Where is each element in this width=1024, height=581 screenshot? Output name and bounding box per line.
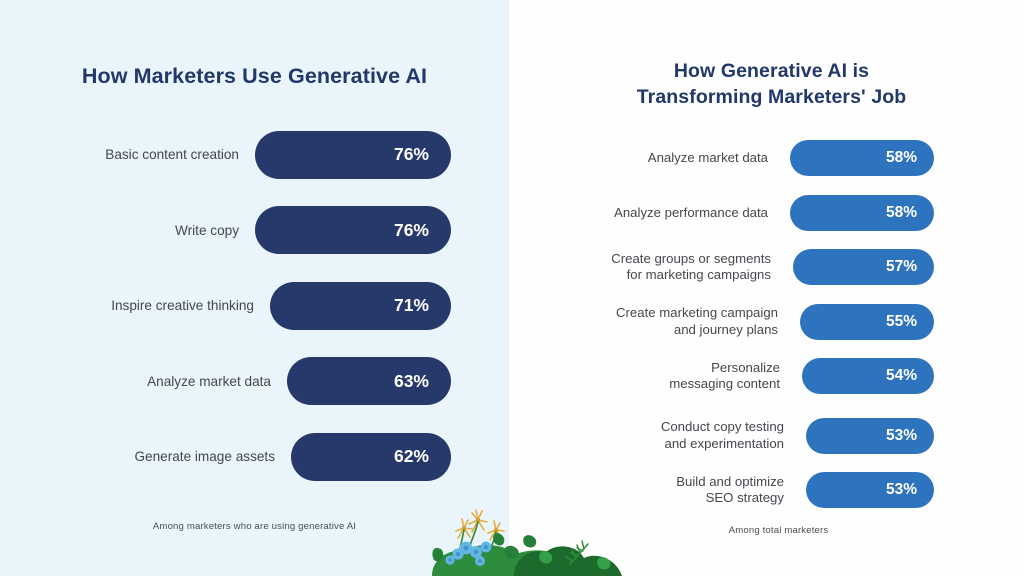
bar-fill: 54% bbox=[802, 358, 934, 395]
infographic-canvas: How Marketers Use Generative AI Basic co… bbox=[0, 0, 1024, 576]
bar-value-label: 62% bbox=[393, 446, 429, 467]
bar-row-label: Generate image assets bbox=[134, 449, 275, 465]
bar-row-label: Create marketing campaign and journey pl… bbox=[616, 305, 778, 337]
bar-row: Analyze market data 63% bbox=[52, 343, 451, 419]
bar-fill: 71% bbox=[270, 281, 451, 330]
bar-row: Create marketing campaign and journey pl… bbox=[561, 295, 934, 350]
bar-value-label: 53% bbox=[885, 426, 917, 444]
bar-row-label: Build and optimize SEO strategy bbox=[676, 473, 784, 506]
bar-row: Conduct copy testing and experimentation… bbox=[561, 409, 934, 464]
bar-value-label: 55% bbox=[885, 312, 917, 330]
bar-fill: 62% bbox=[291, 432, 451, 481]
bar-fill: 58% bbox=[790, 140, 934, 177]
bar-row: Build and optimize SEO strategy 53% bbox=[561, 463, 934, 518]
bar-row: Analyze performance data 58% bbox=[561, 186, 934, 241]
bar-row: Generate image assets 62% bbox=[52, 419, 451, 495]
bar-fill: 58% bbox=[790, 194, 934, 231]
left-chart-panel: How Marketers Use Generative AI Basic co… bbox=[0, 0, 509, 576]
left-chart-footnote: Among marketers who are using generative… bbox=[152, 521, 357, 532]
bar-value-label: 76% bbox=[393, 144, 429, 165]
right-chart-title-line-1: How Generative AI is bbox=[673, 60, 870, 83]
right-chart-footnote: Among total marketers bbox=[728, 525, 829, 536]
bar-track: 54% bbox=[802, 358, 934, 395]
bar-value-label: 76% bbox=[393, 219, 429, 240]
bar-track: 63% bbox=[287, 357, 451, 406]
bar-fill: 53% bbox=[806, 472, 934, 509]
bar-row-label: Personalize messaging content bbox=[669, 359, 780, 392]
bar-fill: 57% bbox=[793, 249, 934, 286]
bar-value-label: 58% bbox=[885, 203, 917, 221]
bar-row: Personalize messaging content 54% bbox=[561, 349, 934, 404]
bar-row-label: Write copy bbox=[175, 222, 239, 238]
bar-value-label: 53% bbox=[885, 481, 917, 499]
bar-row-label: Basic content creation bbox=[105, 147, 239, 163]
left-bar-list: Basic content creation 76% Write copy 76% In… bbox=[0, 117, 509, 495]
bar-fill: 76% bbox=[255, 130, 451, 179]
bar-row: Basic content creation 76% bbox=[52, 117, 451, 193]
bar-row-label: Inspire creative thinking bbox=[111, 298, 254, 314]
bar-row-label: Analyze market data bbox=[647, 150, 768, 166]
bar-row-label: Analyze performance data bbox=[614, 204, 768, 220]
bar-row: Inspire creative thinking 71% bbox=[52, 268, 451, 344]
left-chart-title: How Marketers Use Generative AI bbox=[0, 18, 509, 89]
bar-track: 58% bbox=[790, 140, 934, 177]
right-bar-list: Analyze market data 58% Analyze performanc… bbox=[509, 131, 1024, 518]
bar-row: Write copy 76% bbox=[52, 192, 451, 268]
bar-fill: 63% bbox=[287, 357, 451, 406]
bar-row-label: Create groups or segments for marketing … bbox=[611, 250, 771, 283]
right-chart-title-line-2: Transforming Marketers' Job bbox=[636, 86, 907, 109]
bar-fill: 76% bbox=[255, 206, 451, 255]
right-chart-panel: How Generative AI is Transforming Market… bbox=[509, 0, 1024, 576]
bar-track: 62% bbox=[291, 432, 451, 481]
bar-row: Analyze market data 58% bbox=[561, 131, 934, 186]
bar-value-label: 71% bbox=[393, 295, 429, 316]
bar-value-label: 57% bbox=[885, 258, 917, 276]
bar-track: 57% bbox=[793, 249, 934, 286]
bar-value-label: 63% bbox=[393, 370, 429, 391]
bar-track: 71% bbox=[270, 281, 451, 330]
bar-value-label: 54% bbox=[885, 367, 917, 385]
bar-track: 53% bbox=[806, 472, 934, 509]
bar-row-label: Conduct copy testing and experimentation bbox=[660, 419, 784, 451]
bar-track: 76% bbox=[255, 206, 451, 255]
bar-track: 53% bbox=[806, 417, 934, 454]
right-chart-title: How Generative AI is Transforming Market… bbox=[509, 16, 1024, 110]
bar-value-label: 58% bbox=[885, 149, 917, 167]
left-chart-title-line: How Marketers Use Generative AI bbox=[81, 63, 428, 88]
bar-row: Create groups or segments for marketing … bbox=[561, 240, 934, 295]
bar-track: 58% bbox=[790, 194, 934, 231]
bar-track: 76% bbox=[255, 130, 451, 179]
bar-row-label: Analyze market data bbox=[147, 373, 271, 389]
bar-track: 55% bbox=[800, 303, 934, 340]
bar-fill: 53% bbox=[806, 417, 934, 454]
bar-fill: 55% bbox=[800, 303, 934, 340]
